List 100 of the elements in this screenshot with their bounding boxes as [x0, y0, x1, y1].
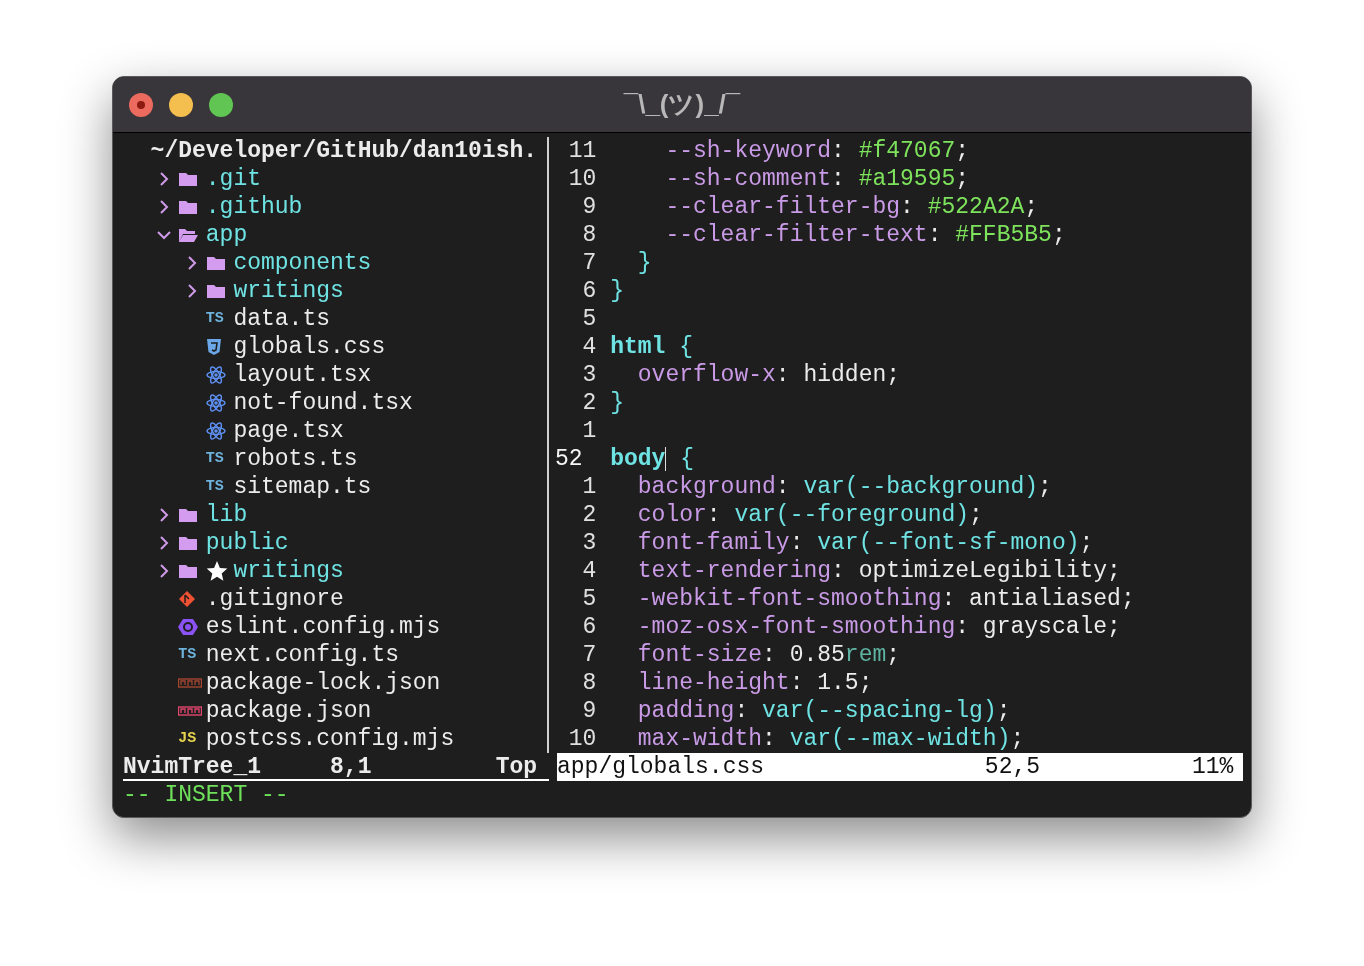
- folder-name[interactable]: components: [233, 249, 372, 277]
- file-type-label: TS: [178, 645, 197, 665]
- shield-icon: [205, 338, 222, 356]
- window-title: ¯\_(ツ)_/¯: [623, 88, 741, 121]
- line-number: 5: [581, 305, 597, 333]
- file-type-label: TS: [205, 477, 224, 497]
- tree-root-path: ~/Developer/GitHub/dan10ish.: [149, 137, 539, 165]
- code-line: }: [636, 249, 652, 277]
- code-line: --clear-filter-text: #FFB5B5;: [664, 221, 1066, 249]
- folder-name[interactable]: writings: [233, 277, 344, 305]
- atom-icon: [205, 394, 226, 412]
- open-folder-icon: [178, 227, 199, 243]
- code-line: font-size: 0.85rem;: [636, 641, 901, 669]
- code-line: }: [610, 389, 624, 417]
- file-name[interactable]: .gitignore: [205, 585, 344, 613]
- code-line: body {: [610, 445, 695, 473]
- line-number: 3: [581, 529, 597, 557]
- file-type-label: JS: [178, 729, 197, 749]
- file-name[interactable]: data.ts: [233, 305, 330, 333]
- line-number: 9: [581, 697, 597, 725]
- line-number: 6: [581, 277, 597, 305]
- code-line: --clear-filter-bg: #522A2A;: [664, 193, 1039, 221]
- code-line: padding: var(--spacing-lg);: [636, 697, 1011, 725]
- line-number: 1: [581, 473, 597, 501]
- file-name[interactable]: package.json: [205, 697, 372, 725]
- line-number: 10: [567, 165, 597, 193]
- file-name[interactable]: sitemap.ts: [233, 473, 372, 501]
- line-number: 4: [581, 333, 597, 361]
- code-line: -webkit-font-smoothing: antialiased;: [636, 585, 1135, 613]
- code-line: font-family: var(--font-sf-mono);: [636, 529, 1094, 557]
- line-number: 5: [581, 585, 597, 613]
- file-name[interactable]: eslint.config.mjs: [205, 613, 441, 641]
- package-icon: [178, 706, 203, 716]
- line-number: 9: [581, 193, 597, 221]
- line-number: 11: [567, 137, 597, 165]
- folder-name[interactable]: .git: [205, 165, 261, 193]
- cursor-position: 52,5: [984, 753, 1042, 781]
- chevron-right-icon[interactable]: [187, 255, 197, 271]
- chevron-right-icon[interactable]: [159, 199, 170, 215]
- line-number: 3: [581, 361, 597, 389]
- folder-icon: [205, 283, 226, 299]
- chevron-right-icon[interactable]: [159, 507, 170, 523]
- folder-icon: [205, 255, 226, 271]
- folder-icon: [178, 171, 199, 187]
- close-button[interactable]: [129, 92, 153, 117]
- folder-name[interactable]: lib: [205, 501, 248, 529]
- code-line: max-width: var(--max-width);: [636, 725, 1025, 753]
- buffer-name: NvimTree_1: [123, 753, 263, 779]
- file-path: app/globals.css: [557, 753, 766, 781]
- chevron-right-icon[interactable]: [159, 171, 170, 187]
- file-type-label: TS: [205, 449, 224, 469]
- line-number: 6: [581, 613, 597, 641]
- code-line: }: [610, 277, 624, 305]
- file-name[interactable]: globals.css: [233, 333, 386, 361]
- diamond-icon: [178, 590, 197, 608]
- package-icon: [178, 678, 203, 688]
- folder-name[interactable]: app: [205, 221, 248, 249]
- file-type-label: TS: [205, 309, 224, 329]
- line-number: 7: [581, 249, 597, 277]
- chevron-down-icon[interactable]: [156, 229, 173, 241]
- chevron-right-icon[interactable]: [187, 283, 197, 299]
- file-name[interactable]: not-found.tsx: [233, 389, 413, 417]
- line-number: 52: [555, 445, 584, 473]
- code-line: -moz-osx-font-smoothing: grayscale;: [636, 613, 1121, 641]
- folder-icon: [178, 199, 199, 215]
- file-name[interactable]: next.config.ts: [205, 641, 399, 669]
- line-number: 2: [581, 389, 597, 417]
- line-number: 1: [581, 417, 597, 445]
- atom-icon: [205, 422, 226, 440]
- code-line: overflow-x: hidden;: [636, 361, 901, 389]
- chevron-right-icon[interactable]: [159, 563, 170, 579]
- code-line: html {: [610, 333, 694, 361]
- scroll-position: Top: [495, 753, 538, 779]
- folder-name[interactable]: public: [205, 529, 289, 557]
- minimize-button[interactable]: [169, 92, 193, 117]
- code-line: text-rendering: optimizeLegibility;: [636, 557, 1121, 585]
- file-name[interactable]: robots.ts: [233, 445, 358, 473]
- hexagon-icon: [178, 618, 199, 636]
- line-number: 8: [581, 221, 597, 249]
- line-number: 10: [567, 725, 597, 753]
- folder-name[interactable]: .github: [205, 193, 303, 221]
- line-number: 4: [581, 557, 597, 585]
- maximize-button[interactable]: [209, 92, 233, 117]
- folder-icon: [178, 535, 199, 551]
- code-line: line-height: 1.5;: [636, 669, 873, 697]
- file-name[interactable]: layout.tsx: [233, 361, 372, 389]
- file-name[interactable]: package-lock.json: [205, 669, 441, 697]
- folder-icon: [178, 507, 199, 523]
- cursor-position: 8,1: [330, 753, 373, 779]
- chevron-right-icon[interactable]: [159, 535, 170, 551]
- file-name[interactable]: page.tsx: [233, 417, 344, 445]
- line-number: 7: [581, 641, 597, 669]
- code-line: color: var(--foreground);: [636, 501, 983, 529]
- atom-icon: [205, 366, 226, 384]
- code-line: background: var(--background);: [636, 473, 1052, 501]
- file-name[interactable]: postcss.config.mjs: [205, 725, 455, 753]
- folder-name[interactable]: writings: [233, 557, 344, 585]
- code-line: --sh-keyword: #f47067;: [664, 137, 970, 165]
- folder-icon: [178, 563, 199, 579]
- scroll-percent: 11%: [1191, 753, 1234, 781]
